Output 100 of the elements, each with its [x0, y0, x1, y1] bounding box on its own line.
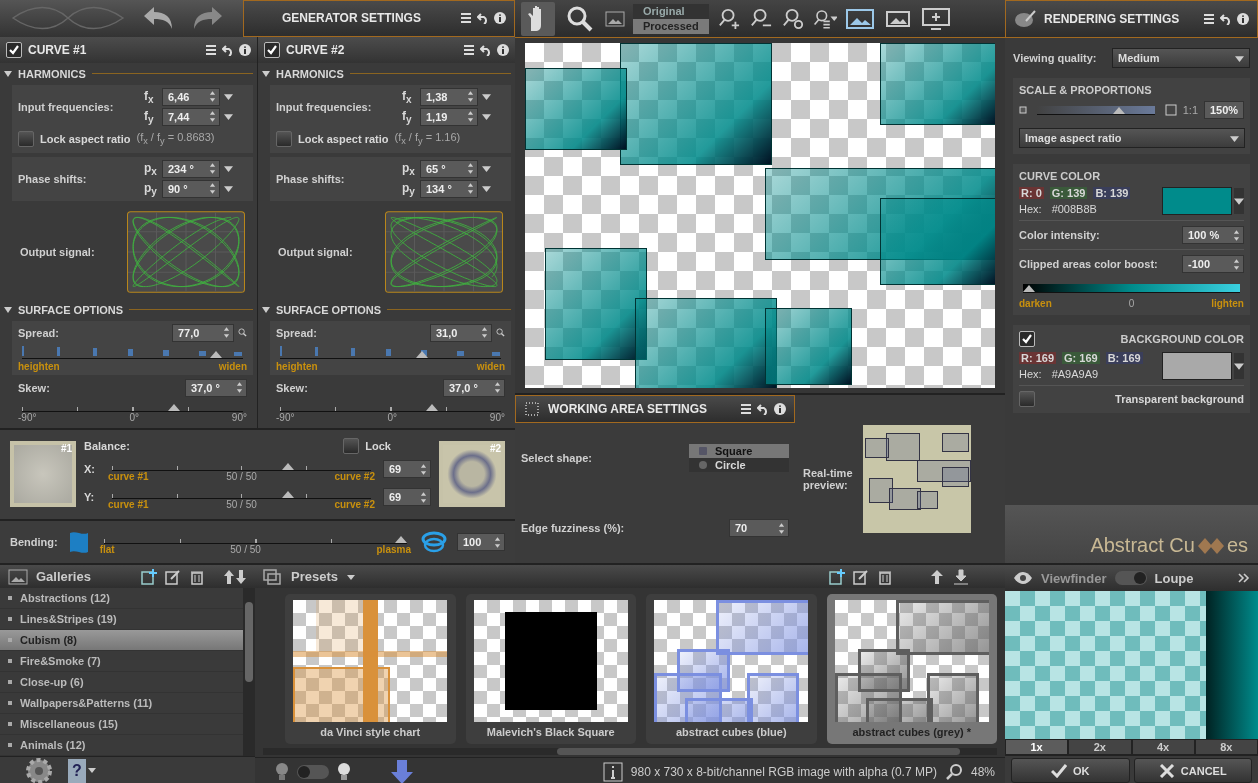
gallery-item[interactable]: Close-up (6) [0, 672, 243, 693]
info-icon[interactable] [239, 43, 251, 56]
lock-checkbox[interactable] [18, 130, 34, 147]
collapse-icon[interactable] [262, 305, 270, 314]
quality-dropdown[interactable]: Medium [1112, 48, 1250, 68]
spinner-arrows-icon[interactable] [209, 110, 216, 124]
balance-field[interactable]: 69 [383, 460, 431, 479]
dropdown-icon[interactable] [1234, 188, 1244, 214]
scrollbar[interactable] [243, 588, 255, 756]
phase-field[interactable]: 90 ° [162, 179, 220, 198]
search-icon[interactable] [238, 328, 247, 338]
spinner-arrows-icon[interactable] [494, 535, 501, 549]
frequency-field[interactable]: 7,44 [162, 107, 220, 126]
slider-thumb[interactable] [415, 350, 428, 358]
add-icon[interactable] [829, 568, 845, 585]
gallery-item[interactable]: Fire&Smoke (7) [0, 651, 243, 672]
viewfinder-toggle[interactable] [1114, 571, 1147, 585]
info-icon[interactable] [774, 403, 786, 415]
info-icon[interactable] [602, 761, 623, 782]
zoom-option[interactable]: 1x [1005, 739, 1069, 755]
spinner-arrows-icon[interactable] [467, 182, 474, 196]
cancel-button[interactable]: CANCEL [1133, 758, 1252, 783]
menu-icon[interactable] [205, 43, 217, 56]
delete-icon[interactable] [189, 568, 205, 585]
scrollbar[interactable] [263, 748, 997, 756]
expand-icon[interactable] [1238, 573, 1250, 583]
zoom-reset-icon[interactable] [780, 7, 805, 30]
color-swatch[interactable] [1162, 187, 1232, 215]
slider-thumb[interactable] [210, 350, 223, 358]
gallery-item[interactable]: Wallpapers&Patterns (11) [0, 693, 243, 714]
spinner-arrows-icon[interactable] [467, 90, 474, 104]
caret-icon[interactable] [1230, 133, 1239, 143]
undo-icon[interactable] [1220, 13, 1232, 25]
fit-image-icon[interactable] [844, 7, 875, 30]
menu-icon[interactable] [463, 43, 475, 56]
skew-field[interactable]: 37,0 ° [185, 378, 247, 397]
delete-icon[interactable] [877, 568, 893, 585]
dropdown-icon[interactable] [1234, 353, 1244, 379]
help-button[interactable]: ? [68, 759, 86, 783]
bulb-icon[interactable] [337, 761, 351, 782]
spinner-arrows-icon[interactable] [494, 381, 501, 395]
frequency-field[interactable]: 1,38 [420, 87, 478, 106]
slider-thumb[interactable] [1113, 106, 1126, 114]
add-icon[interactable] [141, 568, 157, 585]
background-checkbox[interactable] [1019, 331, 1035, 347]
spinner-arrows-icon[interactable] [223, 326, 230, 340]
slider-thumb[interactable] [282, 491, 295, 499]
collapse-icon[interactable] [4, 305, 12, 314]
spinner-arrows-icon[interactable] [209, 90, 216, 104]
zoom-menu-icon[interactable] [812, 7, 837, 30]
spread-field[interactable]: 77,0 [172, 323, 234, 342]
collapse-icon[interactable] [4, 69, 12, 78]
gallery-item[interactable]: Abstractions (12) [0, 588, 243, 609]
transparent-checkbox[interactable] [1019, 391, 1035, 407]
undo-icon[interactable] [480, 43, 492, 56]
menu-icon[interactable] [1203, 13, 1215, 25]
caret-icon[interactable] [1235, 53, 1244, 63]
menu-icon[interactable] [460, 12, 472, 25]
spinner-arrows-icon[interactable] [420, 490, 427, 504]
spread-slider[interactable] [280, 343, 501, 359]
spread-slider[interactable] [22, 343, 243, 359]
preset-card[interactable]: Malevich's Black Square [465, 594, 636, 745]
fullscreen-icon[interactable] [920, 7, 951, 30]
search-icon[interactable] [496, 328, 505, 338]
ok-button[interactable]: OK [1011, 758, 1130, 783]
menu-icon[interactable] [740, 403, 752, 415]
phase-field[interactable]: 234 ° [162, 159, 220, 178]
spinner-arrows-icon[interactable] [209, 162, 216, 176]
sort-icon[interactable] [223, 568, 247, 585]
view-mode-option[interactable]: Original [633, 3, 709, 19]
bending-field[interactable]: 100 [457, 533, 505, 552]
spinner-arrows-icon[interactable] [1233, 257, 1240, 271]
undo-icon[interactable] [477, 12, 489, 25]
preset-card[interactable]: abstract cubes (blue) [646, 594, 817, 745]
spinner-arrows-icon[interactable] [1233, 228, 1240, 242]
preset-card[interactable]: da Vinci style chart [285, 594, 456, 745]
curve-checkbox[interactable] [6, 41, 22, 58]
hand-icon[interactable] [521, 1, 555, 36]
spinner-arrows-icon[interactable] [209, 182, 216, 196]
gallery-item[interactable]: Cubism (8) [0, 630, 243, 651]
zoom-option[interactable]: 4x [1131, 739, 1195, 755]
upload-icon[interactable] [929, 568, 945, 585]
lock-checkbox[interactable] [343, 438, 360, 455]
slider-thumb[interactable] [282, 463, 295, 471]
frequency-field[interactable]: 1,19 [420, 107, 478, 126]
edit-icon[interactable] [165, 568, 181, 585]
edit-icon[interactable] [853, 568, 869, 585]
curve-checkbox[interactable] [264, 41, 280, 58]
presets-dropdown[interactable]: Presets [291, 569, 338, 585]
gallery-item[interactable]: Animals (12) [0, 735, 243, 756]
zoom-option[interactable]: 2x [1068, 739, 1132, 755]
light-toggle[interactable] [297, 764, 329, 779]
view-mode-option[interactable]: Processed [633, 18, 709, 34]
intensity-field[interactable]: 100 % [1182, 226, 1244, 244]
arrow-down-icon[interactable] [389, 758, 415, 783]
info-icon[interactable] [1237, 13, 1249, 25]
caret-icon[interactable] [346, 572, 356, 581]
fuzziness-field[interactable]: 70 [729, 519, 789, 537]
info-icon[interactable] [494, 12, 506, 25]
slider-thumb[interactable] [395, 536, 407, 544]
